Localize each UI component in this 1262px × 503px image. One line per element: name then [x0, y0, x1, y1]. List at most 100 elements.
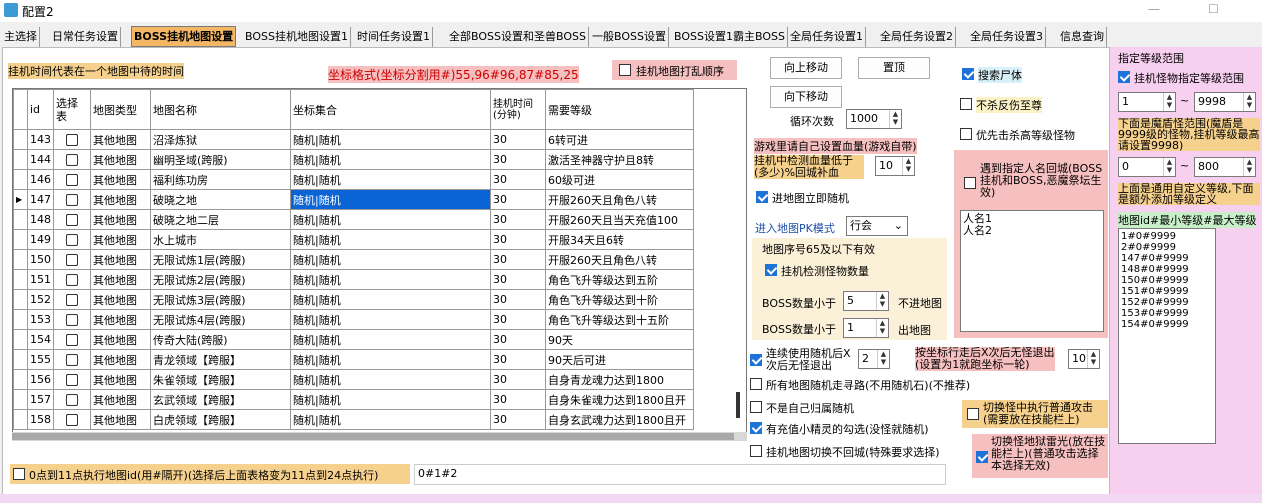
- col-map-name[interactable]: 地图名称: [150, 89, 291, 130]
- table-row[interactable]: 154 其他地图 传奇大陆(跨服) 随机|随机 30 90天: [13, 329, 694, 350]
- level-min-input[interactable]: 1 ▲ ▼: [1118, 92, 1176, 112]
- random-times-input[interactable]: 2 ▲ ▼: [858, 349, 890, 369]
- all-map-walk-checkbox[interactable]: [750, 378, 762, 390]
- row-checkbox[interactable]: [66, 154, 78, 166]
- col-time[interactable]: 挂机时间(分钟): [490, 89, 546, 130]
- enter-random-checkbox[interactable]: [756, 191, 768, 203]
- prefer-high-checkbox[interactable]: [960, 128, 972, 140]
- list-item[interactable]: 148#0#9999: [1121, 264, 1213, 275]
- names-list[interactable]: 人名1 人名2: [960, 210, 1104, 332]
- cell-coords[interactable]: 随机|随机: [290, 149, 491, 170]
- row-header[interactable]: [13, 169, 28, 190]
- table-row[interactable]: 157 其他地图 玄武领域【跨服】 随机|随机 30 自身朱雀魂力达到1800且开: [13, 389, 694, 410]
- table-row[interactable]: 152 其他地图 无限试炼3层(跨服) 随机|随机 30 角色飞升等级达到十阶: [13, 289, 694, 310]
- table-row[interactable]: 155 其他地图 青龙领域【跨服】 随机|随机 30 90天后可进: [13, 349, 694, 370]
- tab-normal-boss[interactable]: 一般BOSS设置: [590, 27, 669, 47]
- spinner-icon[interactable]: ▲ ▼: [876, 319, 888, 337]
- table-row[interactable]: 143 其他地图 沼泽炼狱 随机|随机 30 6转可进: [13, 129, 694, 150]
- table-row[interactable]: 156 其他地图 朱雀领域【跨服】 随机|随机 30 自身青龙魂力达到1800: [13, 369, 694, 390]
- cell-coords[interactable]: 随机|随机: [290, 249, 491, 270]
- scrollbar-thumb[interactable]: [12, 433, 734, 440]
- switch-no-return-checkbox[interactable]: [750, 445, 762, 457]
- list-item[interactable]: 2#0#9999: [1121, 242, 1213, 253]
- spinner-icon[interactable]: ▲ ▼: [1243, 93, 1255, 111]
- cell-select[interactable]: [53, 409, 91, 430]
- cell-coords[interactable]: 随机|随机: [290, 269, 491, 290]
- cell-select[interactable]: [53, 349, 91, 370]
- tab-time-task[interactable]: 时间任务设置1: [355, 27, 433, 47]
- cell-coords[interactable]: 随机|随机: [290, 229, 491, 250]
- cell-coords[interactable]: 随机|随机: [290, 289, 491, 310]
- col-level[interactable]: 需要等级: [545, 89, 694, 130]
- row-checkbox[interactable]: [66, 174, 78, 186]
- col-map-type[interactable]: 地图类型: [90, 89, 151, 130]
- cell-select[interactable]: [53, 289, 91, 310]
- table-row[interactable]: 144 其他地图 幽明圣域(跨服) 随机|随机 30 激活圣神器守护且8转: [13, 149, 694, 170]
- row-checkbox[interactable]: [66, 274, 78, 286]
- cell-select[interactable]: [53, 249, 91, 270]
- cell-coords[interactable]: 随机|随机: [290, 169, 491, 190]
- level-max-input[interactable]: 9998 ▲ ▼: [1194, 92, 1256, 112]
- minimize-icon[interactable]: —: [1148, 2, 1160, 16]
- row-checkbox[interactable]: [66, 374, 78, 386]
- switch-thunder-checkbox[interactable]: [976, 451, 988, 463]
- tab-global-3[interactable]: 全局任务设置3: [968, 27, 1046, 47]
- row-header[interactable]: [13, 209, 28, 230]
- row-header[interactable]: [13, 349, 28, 370]
- cell-coords[interactable]: 随机|随机: [290, 129, 491, 150]
- spinner-icon[interactable]: ▲ ▼: [1087, 350, 1099, 368]
- cell-coords[interactable]: 随机|随机: [290, 189, 491, 210]
- cell-select[interactable]: [53, 149, 91, 170]
- sprite-checkbox[interactable]: [750, 422, 762, 434]
- schedule-input[interactable]: 0#1#2: [414, 464, 946, 485]
- loop-count-input[interactable]: 1000 ▲ ▼: [846, 109, 902, 129]
- cell-select[interactable]: [53, 329, 91, 350]
- table-row[interactable]: ▶ 147 其他地图 破晓之地 随机|随机 30 开服260天且角色八转: [13, 189, 694, 210]
- table-row[interactable]: 151 其他地图 无限试炼2层(跨服) 随机|随机 30 角色飞升等级达到五阶: [13, 269, 694, 290]
- list-item[interactable]: 人名2: [963, 225, 1101, 237]
- spinner-icon[interactable]: ▲ ▼: [1163, 158, 1175, 176]
- detect-monster-checkbox[interactable]: [765, 264, 777, 276]
- row-header[interactable]: [13, 249, 28, 270]
- tab-info[interactable]: 信息查询: [1058, 27, 1107, 47]
- row-checkbox[interactable]: [66, 134, 78, 146]
- cell-coords[interactable]: 随机|随机: [290, 349, 491, 370]
- tab-boss-overlord[interactable]: BOSS设置1霸主BOSS: [672, 27, 788, 47]
- vertical-scroll-thumb[interactable]: [736, 392, 740, 418]
- tab-main[interactable]: 主选择: [2, 27, 40, 47]
- meet-name-checkbox[interactable]: [964, 177, 976, 189]
- row-header[interactable]: [13, 289, 28, 310]
- col-coords[interactable]: 坐标集合: [290, 89, 491, 130]
- table-row[interactable]: 158 其他地图 白虎领域【跨服】 随机|随机 30 自身玄武魂力达到1800且开: [13, 409, 694, 430]
- list-item[interactable]: 1#0#9999: [1121, 231, 1213, 242]
- table-row[interactable]: 150 其他地图 无限试炼1层(跨服) 随机|随机 30 开服260天且角色八转: [13, 249, 694, 270]
- boss-less-input-1[interactable]: 5 ▲ ▼: [843, 291, 889, 311]
- table-row[interactable]: 153 其他地图 无限试炼4层(跨服) 随机|随机 30 角色飞升等级达到十五阶: [13, 309, 694, 330]
- cell-select[interactable]: [53, 229, 91, 250]
- col-id[interactable]: id: [27, 89, 54, 130]
- cell-coords[interactable]: 随机|随机: [290, 329, 491, 350]
- hp-percent-input[interactable]: 10 ▲ ▼: [875, 156, 915, 176]
- current-row-arrow-icon[interactable]: ▶: [13, 189, 28, 210]
- row-header[interactable]: [13, 269, 28, 290]
- cell-coords[interactable]: 随机|随机: [290, 409, 491, 430]
- cell-select[interactable]: [53, 269, 91, 290]
- row-header[interactable]: [13, 229, 28, 250]
- row-header[interactable]: [13, 409, 28, 430]
- table-row[interactable]: 146 其他地图 福利练功房 随机|随机 30 60级可进: [13, 169, 694, 190]
- level-range-checkbox[interactable]: [1118, 71, 1130, 83]
- boss-less-input-2[interactable]: 1 ▲ ▼: [843, 318, 889, 338]
- cell-coords[interactable]: 随机|随机: [290, 209, 491, 230]
- table-row[interactable]: 149 其他地图 水上城市 随机|随机 30 开服34天且6转: [13, 229, 694, 250]
- move-down-button[interactable]: 向下移动: [770, 86, 842, 108]
- row-checkbox[interactable]: [66, 314, 78, 326]
- walk-times-input[interactable]: 10 ▲ ▼: [1068, 349, 1100, 369]
- row-checkbox[interactable]: [66, 294, 78, 306]
- cell-select[interactable]: [53, 169, 91, 190]
- top-button[interactable]: 置顶: [858, 57, 930, 79]
- row-header[interactable]: [13, 369, 28, 390]
- horizontal-scrollbar[interactable]: [12, 432, 747, 441]
- spinner-icon[interactable]: ▲ ▼: [877, 350, 889, 368]
- list-item[interactable]: 150#0#9999: [1121, 275, 1213, 286]
- list-item[interactable]: 152#0#9999: [1121, 297, 1213, 308]
